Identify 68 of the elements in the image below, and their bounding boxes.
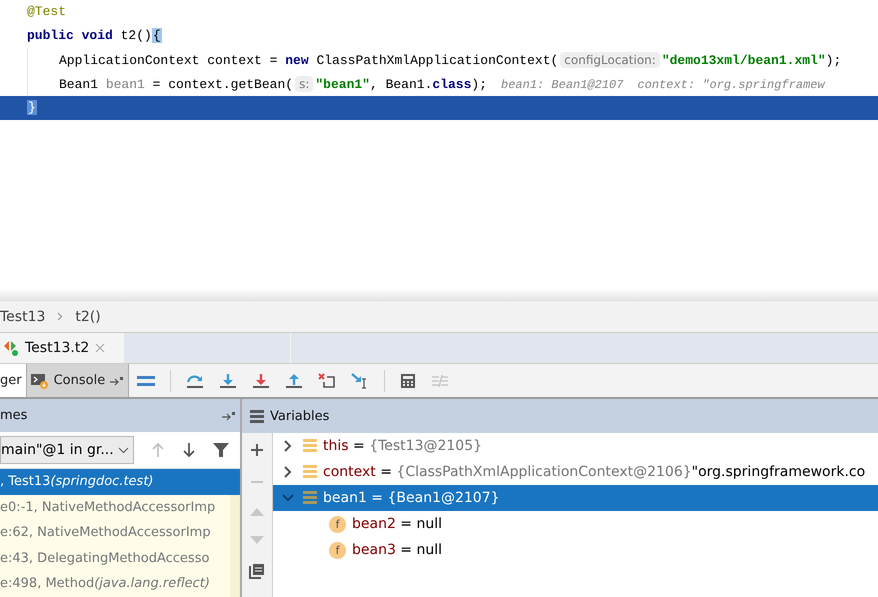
keyword-text: new — [285, 53, 309, 68]
string-literal: "bean1" — [315, 77, 370, 92]
menu-icon[interactable] — [137, 374, 156, 388]
filter-icon[interactable] — [213, 442, 229, 458]
variable-row[interactable]: context = {ClassPathXmlApplicationContext@2106}"org.springframework.co — [273, 459, 878, 485]
calculator-icon[interactable] — [400, 372, 416, 388]
string-literal: "demo13xml/bean1.xml" — [662, 53, 826, 68]
parameter-hint: s: — [295, 76, 314, 92]
session-tab[interactable]: Test13.t2 — [0, 333, 124, 363]
tool-tab[interactable]: ger — [0, 364, 27, 397]
code-text: ); — [826, 53, 842, 68]
code-text: , Bean1. — [370, 77, 432, 92]
stack-frame[interactable]: e0:-1, NativeMethodAccessorImp — [0, 494, 240, 520]
field-icon: f — [329, 542, 346, 558]
variable-text: bean1 = {Bean1@2107} — [323, 490, 500, 506]
add-icon[interactable] — [250, 443, 264, 457]
step-into-icon[interactable] — [219, 372, 238, 388]
keyword-text: class — [432, 77, 472, 92]
step-out-icon[interactable] — [285, 372, 304, 388]
step-over-icon[interactable] — [186, 372, 204, 388]
stack-frame[interactable]: e:498, Method(java.lang.reflect) — [0, 571, 240, 597]
caret-icon — [118, 446, 129, 454]
debug-icon — [3, 339, 19, 357]
pin-icon[interactable] — [222, 410, 236, 421]
field-icon: f — [329, 516, 346, 532]
variable-row[interactable]: this = {Test13@2105} — [273, 433, 878, 459]
object-icon — [303, 491, 317, 505]
stack-frame[interactable]: e:62, NativeMethodAccessorImp — [0, 520, 240, 546]
stack-frame[interactable]: , Test13(springdoc.test) — [0, 468, 240, 495]
stack-frame[interactable]: e:43, DelegatingMethodAccesso — [0, 546, 240, 572]
tool-tab[interactable]: Console — [26, 364, 130, 397]
inline-value: context: "org.springframew — [637, 78, 825, 92]
variable-text: context = {ClassPathXmlApplicationContext@2106}"org.springframework.co — [323, 464, 866, 480]
inline-value: bean1: Bean1@2107 — [501, 78, 624, 92]
code-text: ClassPathXmlApplicationContext( — [315, 53, 558, 68]
code-text: = context.getBean( — [152, 77, 294, 92]
drop-frame-icon[interactable] — [318, 372, 336, 388]
console-icon — [30, 372, 49, 388]
code-text: Bean1 — [59, 77, 100, 92]
variable-text: this = {Test13@2105} — [323, 438, 482, 454]
copy-icon[interactable] — [249, 563, 265, 579]
chevron-right-icon[interactable] — [284, 440, 292, 452]
arrow-down-icon[interactable] — [182, 442, 196, 458]
thread-dropdown[interactable]: main"@1 in gr... — [0, 436, 134, 464]
breadcrumb-item[interactable]: t2() — [75, 308, 101, 324]
list-icon — [250, 410, 264, 422]
variable-row[interactable]: f bean2 = null — [273, 511, 878, 537]
panel-title: Variables — [270, 408, 330, 424]
variable-name: bean1 — [106, 77, 145, 92]
parameter-hint: configLocation: — [560, 52, 660, 68]
annotation-text: @Test — [27, 4, 66, 19]
code-text: ApplicationContext context = — [59, 53, 278, 68]
brace-text: } — [27, 100, 37, 115]
variable-text: bean2 = null — [352, 516, 442, 532]
keyword-text: public void — [27, 28, 113, 43]
object-icon — [303, 439, 317, 453]
brace-text: { — [152, 28, 162, 43]
code-text: t2() — [120, 28, 152, 43]
variable-row[interactable]: bean1 = {Bean1@2107} — [273, 485, 878, 511]
force-step-into-icon[interactable] — [252, 372, 270, 388]
object-icon — [303, 465, 317, 479]
chevron-right-icon[interactable] — [284, 466, 292, 478]
variable-text: bean3 = null — [352, 542, 442, 558]
code-text: ); — [471, 77, 488, 92]
pin-icon[interactable] — [110, 376, 124, 386]
breadcrumb-item[interactable]: Test13 — [0, 308, 46, 324]
variable-row[interactable]: f bean3 = null — [273, 537, 878, 563]
panel-title: mes — [0, 408, 28, 424]
